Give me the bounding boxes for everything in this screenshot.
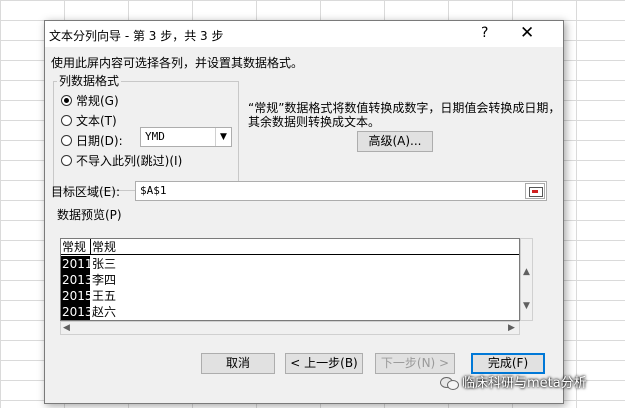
scroll-right-icon[interactable]: ▶ (508, 323, 515, 333)
data-preview[interactable]: 常规 常规 2011 张三 2013 李四 2015 王五 2013 赵六 (60, 238, 520, 321)
preview-cell: 2015 (61, 288, 93, 304)
preview-cell: 李四 (92, 273, 117, 287)
destination-input[interactable]: $A$1 (135, 181, 547, 201)
preview-header-col2[interactable]: 常规 (91, 239, 519, 255)
watermark: 临床科研与meta分析 (440, 372, 587, 391)
radio-general-indicator[interactable] (61, 95, 72, 106)
range-select-icon[interactable] (525, 183, 545, 199)
scroll-down-icon[interactable]: ▼ (523, 301, 530, 311)
preview-header-col1[interactable]: 常规 (61, 239, 91, 255)
watermark-text: 临床科研与meta分析 (462, 376, 587, 391)
radio-skip-indicator[interactable] (61, 155, 72, 166)
column-format-label: 列数据格式 (57, 72, 122, 89)
table-row: 2011 张三 (61, 256, 519, 272)
scroll-up-icon[interactable]: ▲ (523, 267, 530, 277)
title-bar: 文本分列向导 - 第 3 步，共 3 步 ? ✕ (45, 21, 563, 47)
advanced-button[interactable]: 高级(A)... (357, 131, 433, 152)
preview-cell: 2013 (61, 304, 93, 320)
next-button[interactable]: 下一步(N) > (375, 353, 455, 374)
help-button[interactable]: ? (481, 25, 488, 41)
wechat-icon (440, 374, 459, 390)
preview-header-row: 常规 常规 (61, 239, 519, 255)
format-info-text: “常规”数据格式将数值转换成数字，日期值会转换成日期，其余数据则转换成文本。 (248, 101, 561, 129)
preview-cell: 2011 (61, 256, 93, 272)
preview-cell: 赵六 (92, 305, 117, 319)
preview-vertical-scrollbar[interactable]: ▲ ▼ (520, 238, 533, 321)
date-format-value: YMD (145, 130, 165, 143)
radio-skip-label: 不导入此列(跳过)(I) (76, 154, 183, 168)
text-to-columns-dialog: 文本分列向导 - 第 3 步，共 3 步 ? ✕ 使用此屏内容可选择各列，并设置… (44, 20, 564, 404)
radio-text-label: 文本(T) (76, 114, 117, 128)
preview-cell: 2013 (61, 272, 93, 288)
radio-general[interactable]: 常规(G) (61, 92, 119, 109)
scroll-left-icon[interactable]: ◀ (63, 323, 70, 333)
dialog-title: 文本分列向导 - 第 3 步，共 3 步 (49, 29, 224, 43)
back-button[interactable]: < 上一步(B) (285, 353, 363, 374)
destination-value: $A$1 (140, 184, 167, 197)
radio-text[interactable]: 文本(T) (61, 112, 117, 129)
cancel-button[interactable]: 取消 (201, 353, 275, 374)
preview-horizontal-scrollbar[interactable]: ◀ ▶ (60, 321, 520, 335)
radio-general-label: 常规(G) (76, 94, 119, 108)
preview-cell: 张三 (92, 257, 117, 271)
instruction-text: 使用此屏内容可选择各列，并设置其数据格式。 (51, 56, 304, 70)
radio-date[interactable]: 日期(D): (61, 132, 123, 149)
preview-cell: 王五 (92, 289, 117, 303)
radio-text-indicator[interactable] (61, 115, 72, 126)
table-row: 2013 李四 (61, 272, 519, 288)
close-button[interactable]: ✕ (520, 23, 534, 43)
radio-date-label: 日期(D): (76, 134, 123, 148)
finish-button[interactable]: 完成(F) (471, 353, 545, 374)
radio-date-indicator[interactable] (61, 135, 72, 146)
destination-label: 目标区域(E): (51, 185, 120, 199)
date-format-select[interactable]: YMD ▼ (140, 127, 232, 147)
table-row: 2013 赵六 (61, 304, 519, 320)
table-row: 2015 王五 (61, 288, 519, 304)
chevron-down-icon[interactable]: ▼ (215, 128, 231, 146)
radio-skip[interactable]: 不导入此列(跳过)(I) (61, 152, 182, 169)
preview-label: 数据预览(P) (57, 208, 122, 222)
